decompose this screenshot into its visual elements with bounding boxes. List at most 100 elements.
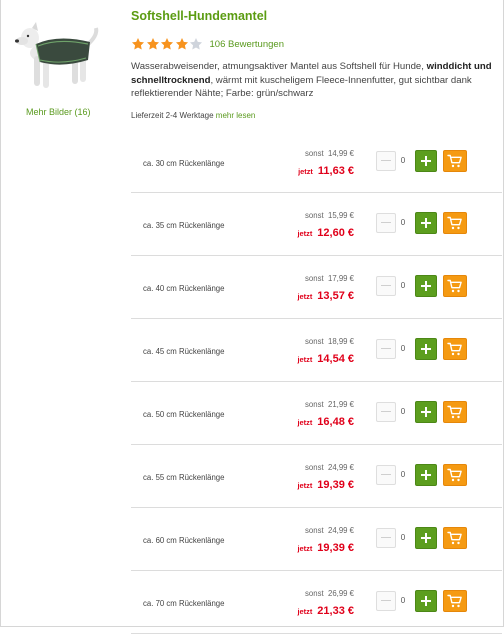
old-price-label: sonst [305, 274, 324, 283]
new-price-value: 19,39 € [317, 479, 354, 491]
price-block: sonst 17,99 € jetzt 13,57 € [298, 274, 355, 304]
quantity-value[interactable]: 0 [397, 156, 409, 165]
new-price-value: 13,57 € [317, 290, 354, 302]
old-price: sonst 26,99 € [298, 589, 354, 598]
variant-size: ca. 40 cm Rückenlänge [143, 284, 225, 293]
old-price-value: 18,99 € [327, 337, 354, 346]
new-price: jetzt 13,57 € [298, 286, 355, 304]
price-block: sonst 18,99 € jetzt 14,54 € [298, 337, 355, 367]
add-to-cart-button[interactable] [443, 150, 467, 172]
rating: 106 Bewertungen [131, 37, 284, 51]
quantity-value[interactable]: 0 [397, 218, 409, 227]
variant-size: ca. 45 cm Rückenlänge [143, 347, 225, 356]
variant-list: ca. 30 cm Rückenlänge sonst 14,99 € jetzt 1… [131, 131, 502, 634]
variant-size: ca. 55 cm Rückenlänge [143, 473, 225, 482]
star-filled-icon [146, 38, 159, 50]
variant-size: ca. 50 cm Rückenlänge [143, 410, 225, 419]
add-to-cart-button[interactable] [443, 275, 467, 297]
decrease-quantity-button[interactable] [376, 528, 396, 548]
old-price-label: sonst [305, 149, 324, 158]
decrease-quantity-button[interactable] [376, 591, 396, 611]
add-to-cart-button[interactable] [443, 212, 467, 234]
add-to-cart-button[interactable] [443, 527, 467, 549]
increase-quantity-button[interactable] [415, 275, 437, 297]
new-price: jetzt 14,54 € [298, 349, 355, 367]
price-block: sonst 21,99 € jetzt 16,48 € [298, 400, 355, 430]
old-price-value: 26,99 € [327, 589, 354, 598]
cart-icon [447, 531, 462, 545]
add-to-cart-button[interactable] [443, 464, 467, 486]
cart-icon [447, 216, 462, 230]
old-price-value: 24,99 € [327, 463, 354, 472]
new-price-value: 16,48 € [317, 416, 354, 428]
decrease-quantity-button[interactable] [376, 339, 396, 359]
quantity-value[interactable]: 0 [397, 533, 409, 542]
quantity-value[interactable]: 0 [397, 344, 409, 353]
more-images-link[interactable]: Mehr Bilder (16) [26, 107, 91, 117]
star-empty-icon [189, 38, 203, 50]
new-price-value: 11,63 € [317, 165, 354, 177]
increase-quantity-button[interactable] [415, 212, 437, 234]
delivery-info: Lieferzeit 2-4 Werktage mehr lesen [131, 111, 255, 120]
variant-size: ca. 30 cm Rückenlänge [143, 159, 225, 168]
product-title[interactable]: Softshell-Hundemantel [131, 9, 267, 23]
price-block: sonst 15,99 € jetzt 12,60 € [298, 211, 355, 241]
decrease-quantity-button[interactable] [376, 213, 396, 233]
cart-icon [447, 342, 462, 356]
old-price-value: 17,99 € [327, 274, 354, 283]
increase-quantity-button[interactable] [415, 338, 437, 360]
increase-quantity-button[interactable] [415, 590, 437, 612]
variant-row: ca. 55 cm Rückenlänge sonst 24,99 € jetzt 1… [131, 445, 502, 508]
decrease-quantity-button[interactable] [376, 402, 396, 422]
delivery-time-label: Lieferzeit 2-4 Werktage [131, 111, 214, 120]
new-price-label: jetzt [297, 418, 313, 427]
old-price-label: sonst [305, 400, 324, 409]
quantity-value[interactable]: 0 [397, 407, 409, 416]
rating-stars [131, 37, 204, 51]
increase-quantity-button[interactable] [415, 527, 437, 549]
description-text-1: Wasserabweisender, atmungsaktiver Mantel… [131, 61, 427, 72]
variant-size: ca. 35 cm Rückenlänge [143, 221, 225, 230]
decrease-quantity-button[interactable] [376, 151, 396, 171]
add-to-cart-button[interactable] [443, 338, 467, 360]
old-price: sonst 21,99 € [298, 400, 354, 409]
star-filled-icon [160, 38, 174, 50]
variant-row: ca. 70 cm Rückenlänge sonst 26,99 € jetzt 2… [131, 571, 502, 634]
cart-icon [447, 594, 462, 608]
new-price-label: jetzt [297, 607, 313, 616]
cart-icon [447, 405, 462, 419]
delivery-more-link[interactable]: mehr lesen [216, 111, 256, 120]
old-price-value: 24,99 € [327, 526, 354, 535]
quantity-value[interactable]: 0 [397, 470, 409, 479]
decrease-quantity-button[interactable] [376, 465, 396, 485]
new-price: jetzt 16,48 € [298, 412, 355, 430]
new-price-label: jetzt [298, 167, 313, 176]
quantity-value[interactable]: 0 [397, 596, 409, 605]
product-image-dog-in-coat[interactable] [12, 20, 104, 100]
add-to-cart-button[interactable] [443, 401, 467, 423]
new-price-value: 12,60 € [317, 227, 354, 239]
new-price: jetzt 12,60 € [298, 223, 355, 241]
variant-row: ca. 40 cm Rückenlänge sonst 17,99 € jetzt 1… [131, 256, 502, 319]
old-price-value: 21,99 € [327, 400, 354, 409]
variant-row: ca. 50 cm Rückenlänge sonst 21,99 € jetzt 1… [131, 382, 502, 445]
new-price-label: jetzt [297, 292, 313, 301]
old-price-label: sonst [305, 526, 324, 535]
add-to-cart-button[interactable] [443, 590, 467, 612]
increase-quantity-button[interactable] [415, 150, 437, 172]
new-price-value: 19,39 € [317, 542, 354, 554]
new-price: jetzt 21,33 € [298, 601, 355, 619]
variant-row: ca. 60 cm Rückenlänge sonst 24,99 € jetzt 1… [131, 508, 502, 571]
old-price: sonst 24,99 € [298, 463, 354, 472]
new-price-label: jetzt [297, 544, 313, 553]
old-price: sonst 24,99 € [298, 526, 354, 535]
increase-quantity-button[interactable] [415, 464, 437, 486]
new-price-label: jetzt [297, 229, 313, 238]
variant-row: ca. 30 cm Rückenlänge sonst 14,99 € jetzt 1… [131, 131, 502, 193]
decrease-quantity-button[interactable] [376, 276, 396, 296]
increase-quantity-button[interactable] [415, 401, 437, 423]
new-price-label: jetzt [297, 481, 313, 490]
reviews-link[interactable]: 106 Bewertungen [210, 39, 284, 50]
price-block: sonst 26,99 € jetzt 21,33 € [298, 589, 355, 619]
quantity-value[interactable]: 0 [397, 281, 409, 290]
